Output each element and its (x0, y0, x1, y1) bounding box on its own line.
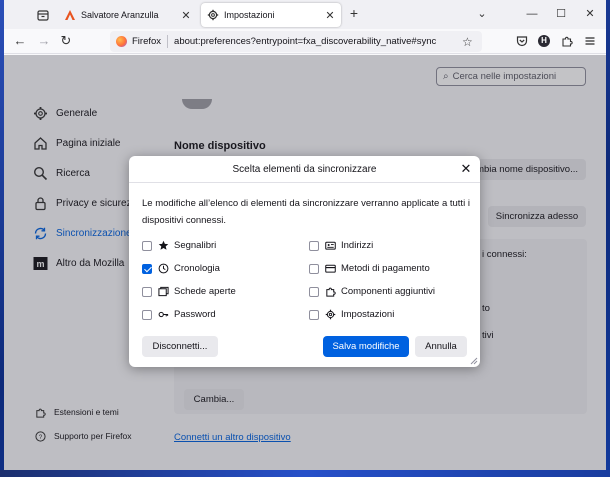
checkbox-metodi-pagamento[interactable] (309, 263, 319, 274)
option-label: Segnalibri (174, 240, 217, 251)
list-all-tabs-button[interactable]: ⌄ (474, 6, 490, 22)
star-icon[interactable]: ☆ (462, 35, 476, 49)
cancel-button[interactable]: Annulla (415, 336, 467, 357)
dialog-title: Scelta elementi da sincronizzare (232, 164, 377, 175)
reload-icon: ↻ (60, 33, 72, 48)
account-button[interactable]: H (536, 33, 552, 49)
star-icon (158, 240, 169, 251)
sync-choose-dialog: Scelta elementi da sincronizzare ✕ Le mo… (129, 156, 480, 367)
maximize-icon: ☐ (556, 8, 566, 20)
button-label: Disconnetti... (152, 341, 208, 352)
checkbox-schede-aperte[interactable] (142, 286, 152, 297)
tab-close-icon[interactable]: ✕ (179, 8, 193, 22)
option-indirizzi[interactable]: Indirizzi (309, 238, 373, 253)
tab-strip: Salvatore Aranzulla ✕ Impostazioni ✕ + ⌄… (4, 0, 606, 29)
tab-title: Impostazioni (224, 10, 275, 20)
key-icon (158, 309, 169, 320)
dialog-header: Scelta elementi da sincronizzare ✕ (129, 156, 480, 183)
option-segnalibri[interactable]: Segnalibri (142, 238, 216, 253)
clock-icon (158, 263, 169, 274)
gear-icon (207, 9, 219, 21)
option-password[interactable]: Password (142, 307, 216, 322)
close-icon: ✕ (585, 8, 595, 20)
reload-button[interactable]: ↻ (58, 33, 74, 49)
address-card-icon (325, 240, 336, 251)
gear-icon (325, 309, 336, 320)
url-bar[interactable]: Firefox about:preferences?entrypoint=fxa… (110, 31, 482, 52)
pocket-icon (516, 36, 528, 47)
checkbox-impostazioni[interactable] (309, 309, 319, 320)
chevron-down-icon: ⌄ (477, 8, 487, 20)
url-text[interactable]: about:preferences?entrypoint=fxa_discove… (174, 36, 462, 47)
close-window-button[interactable]: ✕ (582, 6, 598, 22)
checkbox-segnalibri[interactable] (142, 240, 152, 251)
option-cronologia[interactable]: Cronologia (142, 261, 220, 276)
url-separator (167, 35, 169, 48)
option-label: Componenti aggiuntivi (341, 286, 436, 297)
navigation-toolbar: ← → ↻ Firefox about:preferences?entrypoi… (4, 29, 606, 54)
minimize-button[interactable]: — (524, 6, 540, 22)
extensions-button[interactable] (559, 33, 575, 49)
option-label: Cronologia (174, 263, 220, 274)
option-label: Indirizzi (341, 240, 374, 251)
resize-grip-icon[interactable] (470, 357, 478, 365)
maximize-button[interactable]: ☐ (553, 6, 569, 22)
back-button[interactable]: ← (12, 33, 28, 49)
puzzle-icon (325, 286, 336, 297)
arrow-right-icon: → (37, 33, 51, 48)
option-label: Password (174, 309, 216, 320)
minimize-icon: — (526, 8, 538, 20)
tab-list-icon (37, 10, 49, 21)
option-componenti-aggiuntivi[interactable]: Componenti aggiuntivi (309, 284, 435, 299)
button-label: Annulla (425, 341, 457, 352)
checkbox-cronologia[interactable] (142, 263, 152, 274)
avatar: H (538, 35, 550, 47)
checkbox-indirizzi[interactable] (309, 240, 319, 251)
tab-title: Salvatore Aranzulla (81, 10, 159, 20)
tabs-icon (158, 286, 169, 297)
option-label: Schede aperte (174, 286, 236, 297)
dialog-description: Le modifiche all’elenco di elementi da s… (142, 198, 470, 226)
plus-icon: + (349, 5, 359, 21)
desktop-edge (0, 470, 610, 477)
menu-button[interactable] (582, 33, 598, 49)
save-changes-button[interactable]: Salva modifiche (323, 336, 409, 357)
tab-aranzulla[interactable]: Salvatore Aranzulla ✕ (58, 3, 197, 27)
tab-close-icon[interactable]: ✕ (323, 8, 337, 22)
button-label: Salva modifiche (332, 341, 400, 352)
option-metodi-pagamento[interactable]: Metodi di pagamento (309, 261, 430, 276)
option-label: Impostazioni (341, 309, 395, 320)
close-icon: ✕ (460, 161, 472, 176)
option-label: Metodi di pagamento (341, 263, 430, 274)
disconnect-button[interactable]: Disconnetti... (142, 336, 218, 357)
hamburger-menu-icon (585, 37, 595, 45)
forward-button[interactable]: → (36, 33, 52, 49)
aranzulla-logo-icon (64, 9, 76, 21)
checkbox-componenti-aggiuntivi[interactable] (309, 286, 319, 297)
identity-label: Firefox (132, 36, 162, 47)
option-schede-aperte[interactable]: Schede aperte (142, 284, 236, 299)
dialog-close-button[interactable]: ✕ (459, 162, 473, 176)
tab-impostazioni[interactable]: Impostazioni ✕ (201, 3, 341, 27)
puzzle-icon (562, 36, 573, 47)
credit-card-icon (325, 263, 336, 274)
identity-box[interactable]: Firefox (110, 31, 167, 52)
checkbox-password[interactable] (142, 309, 152, 320)
new-tab-button[interactable]: + (346, 6, 362, 22)
firefox-logo-icon (116, 36, 127, 47)
option-impostazioni[interactable]: Impostazioni (309, 307, 394, 322)
arrow-left-icon: ← (13, 33, 27, 48)
pocket-button[interactable] (514, 33, 530, 49)
tab-list-button[interactable] (34, 6, 52, 24)
